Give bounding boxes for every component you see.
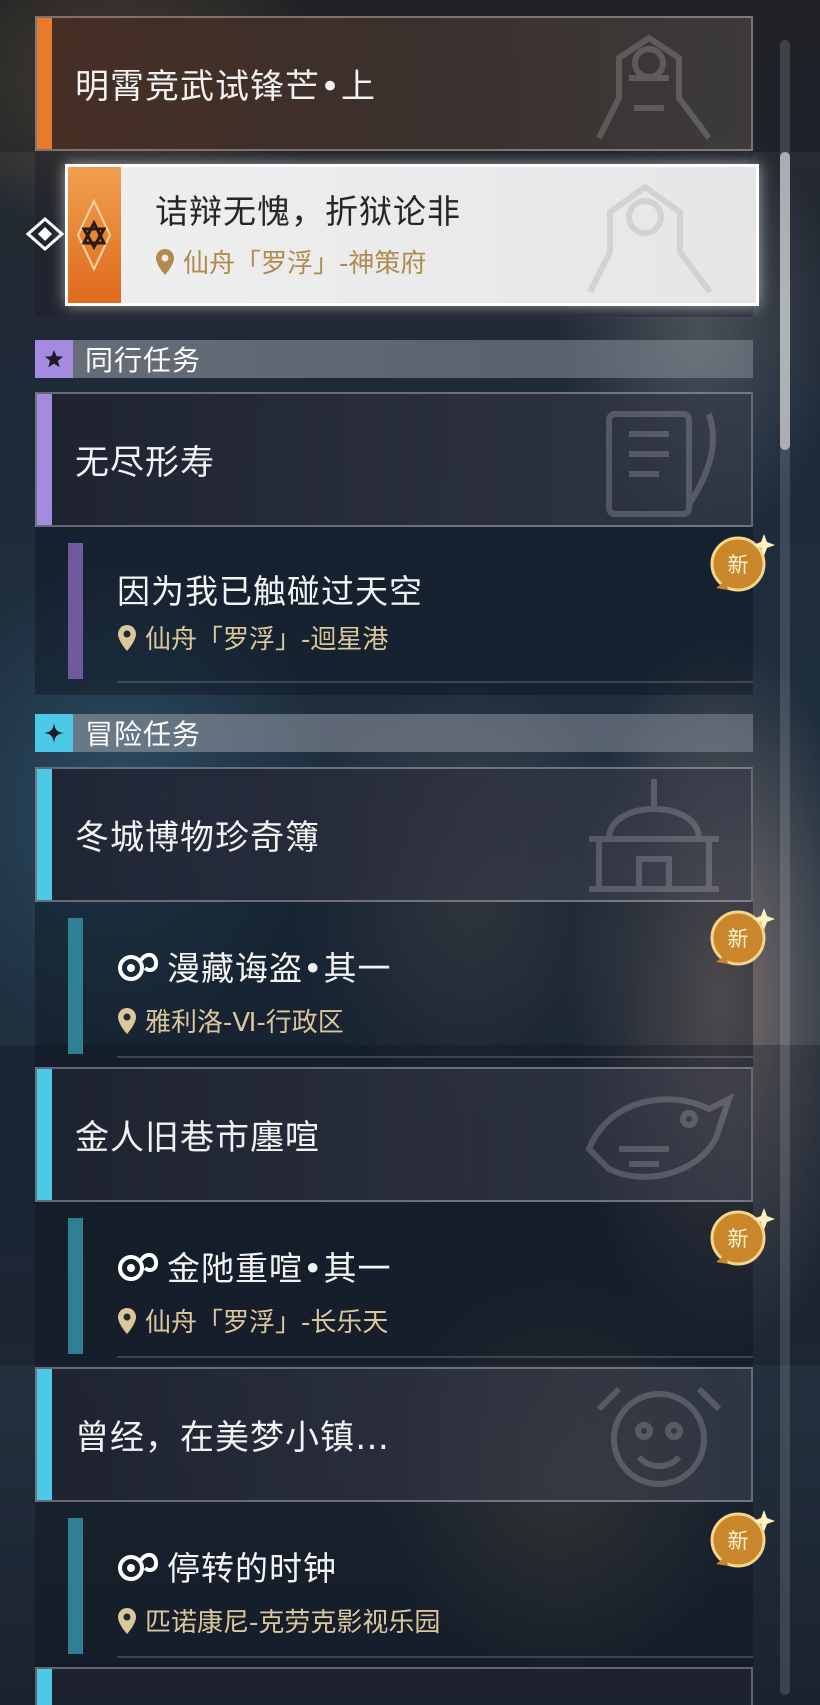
quest-location: 仙舟「罗浮」-长乐天 bbox=[117, 1302, 388, 1339]
clockie-emblem-icon bbox=[596, 1386, 722, 1487]
group-accent-bar bbox=[37, 1069, 52, 1200]
quest-item[interactable]: 漫藏诲盗•其一 雅利洛-Ⅵ-行政区 bbox=[35, 902, 753, 1070]
quest-group-jinren[interactable]: 金人旧巷市廛喧 bbox=[35, 1067, 753, 1202]
divider bbox=[117, 1356, 753, 1358]
quest-title-row: 漫藏诲盗•其一 bbox=[117, 942, 391, 990]
selected-quest-location: 仙舟「罗浮」-神策府 bbox=[155, 243, 426, 280]
new-badge-label: 新 bbox=[727, 1227, 749, 1251]
companion-emblem-icon bbox=[606, 411, 716, 517]
group-title: 明霄竞武试锋芒•上 bbox=[75, 67, 377, 107]
faction-emblem-icon bbox=[596, 34, 712, 140]
divider bbox=[117, 1056, 753, 1058]
museum-emblem-icon bbox=[589, 779, 719, 892]
quest-location: 仙舟「罗浮」-迴星港 bbox=[117, 619, 388, 656]
new-badge: 新 bbox=[706, 532, 776, 602]
quest-location: 雅利洛-Ⅵ-行政区 bbox=[117, 1002, 344, 1039]
adventure-quest-icon bbox=[118, 1553, 159, 1581]
group-title: 金人旧巷市廛喧 bbox=[75, 1118, 320, 1158]
location-text: 仙舟「罗浮」-迴星港 bbox=[145, 625, 389, 655]
selected-quest-title: 诘辩无愧，折狱论非 bbox=[155, 192, 461, 231]
quest-title: 金阤重喧•其一 bbox=[167, 1249, 392, 1288]
trailblaze-mission-icon bbox=[76, 198, 112, 272]
new-badge: 新 bbox=[706, 1508, 776, 1578]
sparkle-icon bbox=[35, 714, 73, 752]
quest-item[interactable]: 金阤重喧•其一 仙舟「罗浮」-长乐天 bbox=[35, 1202, 753, 1370]
quest-group-partial[interactable] bbox=[35, 1667, 753, 1705]
group-accent-bar bbox=[37, 18, 52, 149]
quest-accent-bar bbox=[68, 918, 83, 1054]
location-pin-icon bbox=[118, 1607, 136, 1634]
new-badge-label: 新 bbox=[727, 927, 749, 951]
location-pin-icon bbox=[118, 1307, 136, 1334]
quest-item-selected[interactable]: 诘辩无愧，折狱论非 仙舟「罗浮」-神策府 bbox=[65, 164, 759, 306]
group-title: 冬城博物珍奇簿 bbox=[75, 818, 320, 858]
trailblaze-ribbon bbox=[68, 167, 121, 303]
section-label: 冒险任务 bbox=[85, 718, 202, 751]
location-text: 匹诺康尼-克劳克影视乐园 bbox=[145, 1608, 441, 1638]
section-header-companion: 同行任务 bbox=[35, 340, 753, 378]
quest-title-row: 金阤重喧•其一 bbox=[117, 1242, 391, 1290]
adventure-quest-icon bbox=[118, 953, 159, 981]
quest-group-dongcheng[interactable]: 冬城博物珍奇簿 bbox=[35, 767, 753, 902]
group-accent-bar bbox=[37, 394, 52, 525]
new-badge-label: 新 bbox=[727, 1529, 749, 1553]
quest-group-wujin[interactable]: 无尽形寿 bbox=[35, 392, 753, 527]
section-label: 同行任务 bbox=[85, 344, 202, 377]
quest-item[interactable]: 因为我已触碰过天空 仙舟「罗浮」-迴星港 bbox=[35, 527, 753, 695]
quest-title-row: 停转的时钟 bbox=[117, 1542, 337, 1590]
location-pin-icon bbox=[118, 1007, 136, 1034]
location-pin-icon bbox=[118, 624, 136, 651]
quest-accent-bar bbox=[68, 1518, 83, 1654]
bird-emblem-icon bbox=[585, 1093, 735, 1180]
quest-title: 停转的时钟 bbox=[167, 1549, 337, 1588]
location-text: 仙舟「罗浮」-长乐天 bbox=[145, 1308, 389, 1338]
adventure-quest-icon bbox=[118, 1253, 159, 1281]
group-accent-bar bbox=[37, 1369, 52, 1500]
quest-title: 漫藏诲盗•其一 bbox=[167, 949, 392, 988]
selected-indicator-icon bbox=[25, 216, 65, 252]
group-title: 无尽形寿 bbox=[75, 443, 215, 483]
divider bbox=[117, 681, 753, 683]
quest-accent-bar bbox=[68, 1218, 83, 1354]
quest-group-meimeng[interactable]: 曾经，在美梦小镇… bbox=[35, 1367, 753, 1502]
scrollbar[interactable] bbox=[780, 40, 790, 1695]
group-accent-bar bbox=[37, 769, 52, 900]
quest-item[interactable]: 停转的时钟 匹诺康尼-克劳克影视乐园 bbox=[35, 1502, 753, 1670]
new-badge: 新 bbox=[706, 906, 776, 976]
new-badge: 新 bbox=[706, 1206, 776, 1276]
scrollbar-thumb[interactable] bbox=[780, 152, 790, 450]
quest-accent-bar bbox=[68, 543, 83, 679]
divider bbox=[117, 1656, 753, 1658]
location-pin-icon bbox=[156, 248, 174, 275]
quest-group-mingxiao[interactable]: 明霄竞武试锋芒•上 bbox=[35, 16, 753, 151]
group-title: 曾经，在美梦小镇… bbox=[75, 1418, 390, 1458]
new-badge-label: 新 bbox=[727, 553, 749, 577]
faction-emblem-icon bbox=[587, 183, 713, 294]
location-text: 雅利洛-Ⅵ-行政区 bbox=[145, 1008, 344, 1038]
star-icon bbox=[35, 340, 73, 378]
group-accent-bar bbox=[37, 1669, 52, 1705]
location-text: 仙舟「罗浮」-神策府 bbox=[183, 249, 427, 279]
quest-location: 匹诺康尼-克劳克影视乐园 bbox=[117, 1602, 440, 1639]
section-header-adventure: 冒险任务 bbox=[35, 714, 753, 752]
quest-title: 因为我已触碰过天空 bbox=[117, 572, 423, 611]
